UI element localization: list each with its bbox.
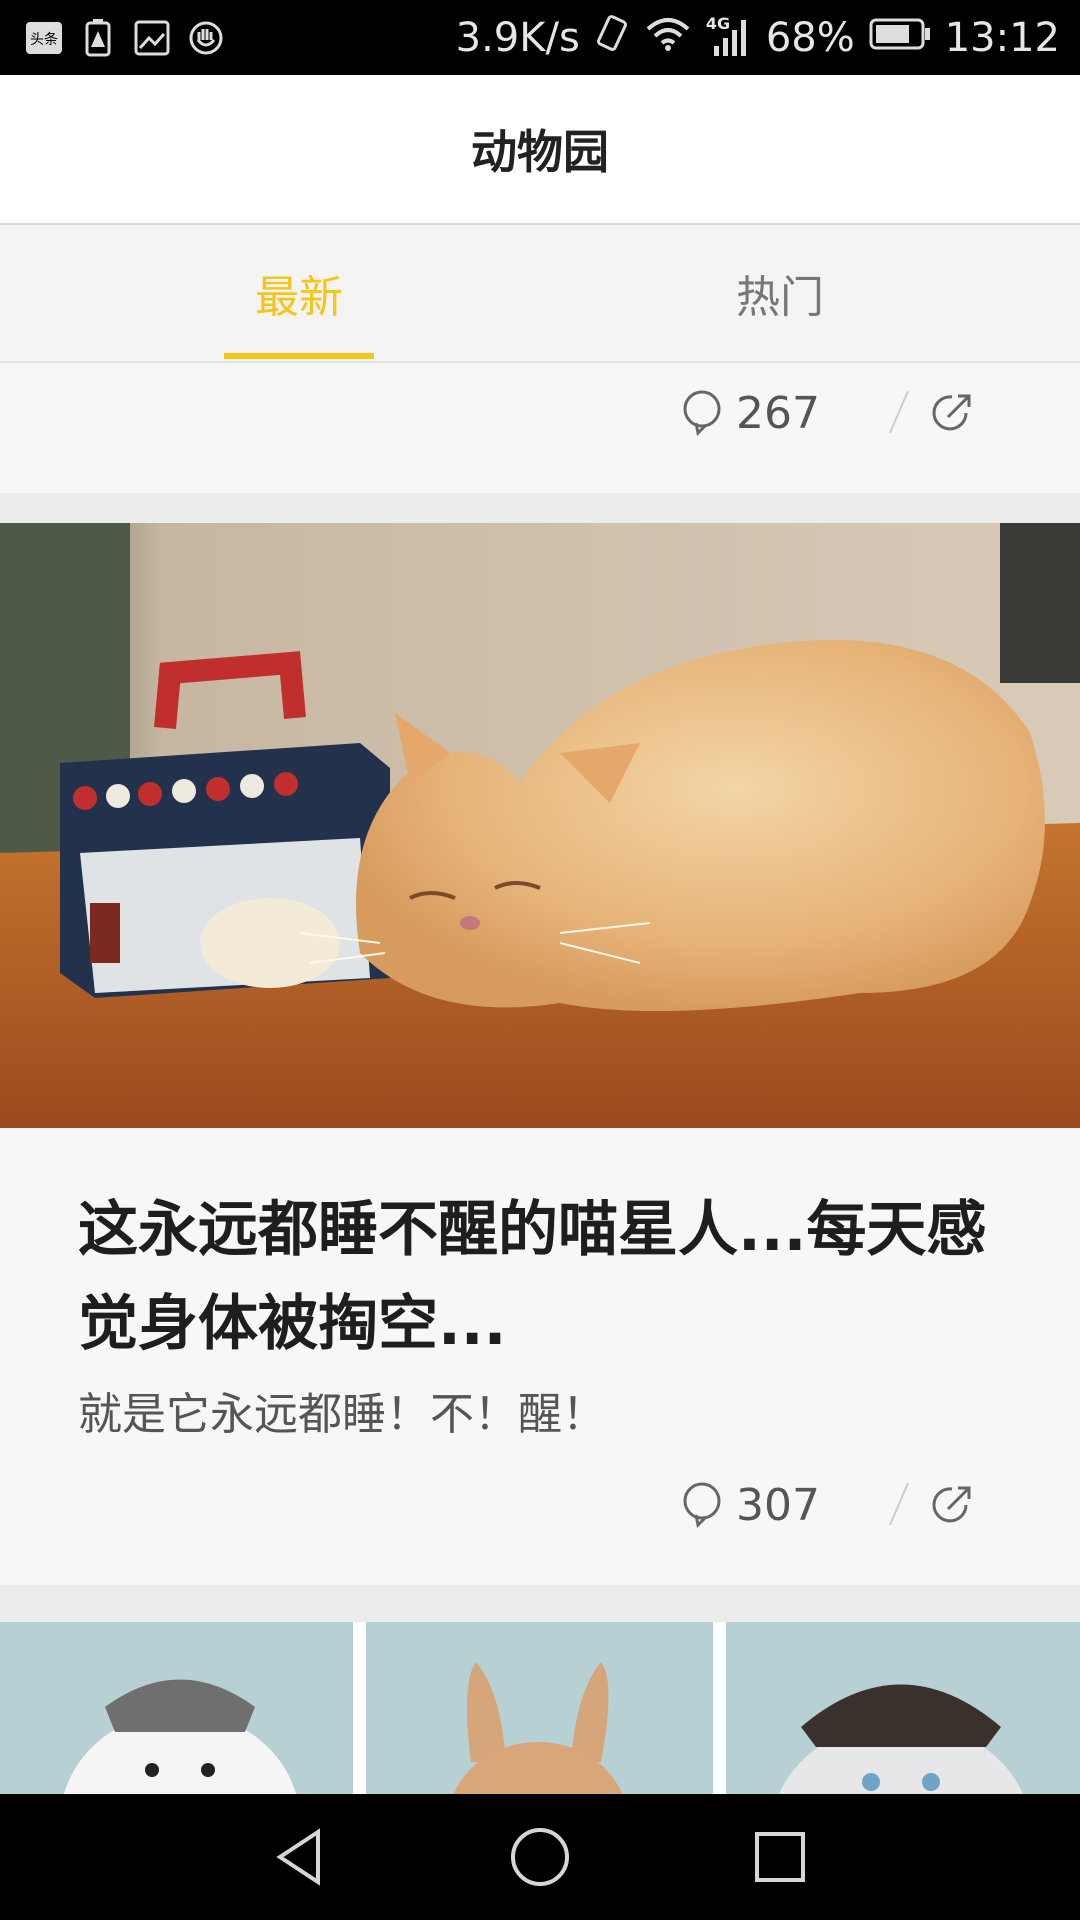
wifi-icon bbox=[644, 13, 692, 63]
hand-icon bbox=[186, 18, 226, 58]
tab-bar: 最新 热门 bbox=[0, 225, 1080, 363]
network-speed: 3.9K/s bbox=[455, 14, 580, 61]
title-bar: 动物园 bbox=[0, 75, 1080, 225]
tab-hot[interactable]: 热门 bbox=[705, 225, 855, 361]
card-subtitle: 就是它永远都睡！不！醒！ bbox=[78, 1389, 606, 1440]
battery-percent: 68% bbox=[765, 14, 855, 61]
battery-alert-icon bbox=[78, 18, 118, 58]
dog-photo[interactable] bbox=[0, 1622, 353, 1794]
navigation-bar bbox=[0, 1794, 1080, 1920]
battery-icon bbox=[869, 15, 931, 61]
tab-latest[interactable]: 最新 bbox=[224, 225, 374, 361]
tiger-photo[interactable] bbox=[726, 1622, 1080, 1794]
divider bbox=[889, 390, 909, 434]
card-separator bbox=[0, 1585, 1080, 1622]
vibrate-icon bbox=[594, 13, 630, 63]
active-tab-indicator bbox=[224, 353, 374, 359]
share-icon[interactable] bbox=[930, 1483, 974, 1527]
page-title: 动物园 bbox=[471, 125, 609, 179]
back-icon[interactable] bbox=[266, 1822, 336, 1892]
comment-button[interactable]: 267 bbox=[682, 373, 820, 453]
share-icon[interactable] bbox=[930, 391, 974, 435]
comment-button[interactable]: 307 bbox=[682, 1465, 820, 1545]
svg-text:头条: 头条 bbox=[30, 31, 58, 48]
cat-photo[interactable] bbox=[0, 523, 1080, 1128]
clock: 13:12 bbox=[944, 14, 1060, 61]
comment-count: 307 bbox=[736, 1479, 820, 1531]
card-separator bbox=[0, 493, 1080, 523]
home-icon[interactable] bbox=[505, 1822, 575, 1892]
comment-icon bbox=[683, 390, 721, 437]
recents-icon[interactable] bbox=[745, 1822, 815, 1892]
divider bbox=[889, 1482, 909, 1526]
image-grid bbox=[0, 1622, 1080, 1794]
toutiao-icon: 头条 bbox=[24, 18, 64, 58]
signal-icon: 4G bbox=[706, 14, 752, 60]
feed-card-previous[interactable]: 267 bbox=[0, 363, 1080, 493]
rabbit-photo[interactable] bbox=[366, 1622, 713, 1794]
status-bar: 头条 3.9K/s 4G 68% 13:12 bbox=[0, 0, 1080, 75]
image-icon bbox=[132, 18, 172, 58]
card-title[interactable]: 这永远都睡不醒的喵星人...每天感觉身体被掏空... bbox=[78, 1183, 1018, 1371]
comment-icon bbox=[683, 1482, 721, 1529]
feed-card[interactable]: 这永远都睡不醒的喵星人...每天感觉身体被掏空... 就是它永远都睡！不！醒！ … bbox=[0, 523, 1080, 1585]
comment-count: 267 bbox=[736, 387, 820, 439]
